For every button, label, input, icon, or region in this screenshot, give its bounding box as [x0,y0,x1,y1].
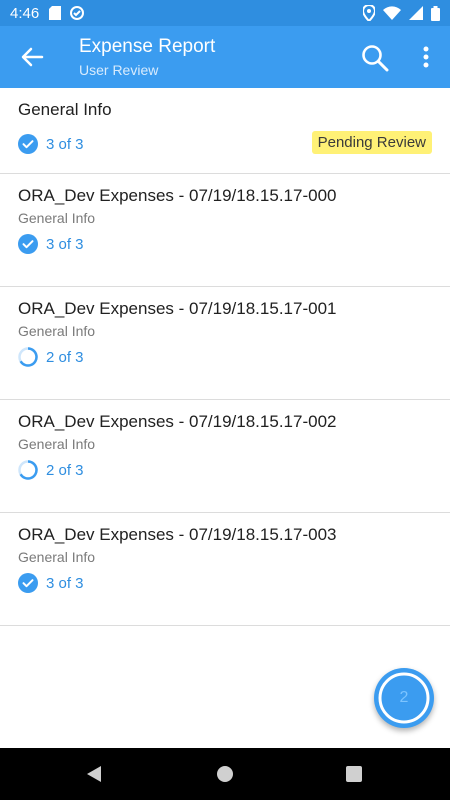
check-circle-icon [18,573,38,593]
expense-item-title: ORA_Dev Expenses - 07/19/18.15.17-000 [18,186,337,205]
status-bar: 4:46 [0,0,450,26]
sync-icon [70,6,85,20]
check-circle-icon [18,134,38,154]
progress-fab[interactable]: 2 [374,668,434,728]
expense-item[interactable]: ORA_Dev Expenses - 07/19/18.15.17-003 Ge… [0,513,450,626]
nav-back-icon[interactable] [84,764,104,784]
expense-item[interactable]: ORA_Dev Expenses - 07/19/18.15.17-001 Ge… [0,287,450,400]
expense-item-subtitle: General Info [18,210,96,226]
wifi-icon [383,6,401,20]
expense-item-title: ORA_Dev Expenses - 07/19/18.15.17-001 [18,299,337,318]
back-arrow-icon[interactable] [18,43,46,71]
expense-item-subtitle: General Info [18,323,96,339]
general-info-progress: 3 of 3 [18,134,84,154]
status-badge: Pending Review [311,131,432,154]
progress-text: 3 of 3 [46,235,84,253]
sd-card-icon [49,6,62,20]
page-title: Expense Report [79,36,216,57]
check-circle-icon [18,234,38,254]
nav-home-icon[interactable] [216,765,234,783]
partial-progress-icon [18,347,38,367]
fab-count: 2 [399,689,409,706]
expense-item-progress: 3 of 3 [18,573,84,593]
progress-text: 3 of 3 [46,574,84,592]
general-info-title: General Info [18,100,112,119]
content-list: General Info 3 of 3 Pending Review ORA_D… [0,88,450,626]
expense-item-title: ORA_Dev Expenses - 07/19/18.15.17-002 [18,412,337,431]
nav-recents-icon[interactable] [346,766,362,782]
expense-item-progress: 2 of 3 [18,347,84,367]
expense-item[interactable]: ORA_Dev Expenses - 07/19/18.15.17-002 Ge… [0,400,450,513]
battery-icon [431,5,440,21]
expense-item-subtitle: General Info [18,549,96,565]
page-subtitle: User Review [79,62,159,78]
signal-icon [409,6,423,20]
expense-item-title: ORA_Dev Expenses - 07/19/18.15.17-003 [18,525,337,544]
status-time: 4:46 [10,4,40,22]
expense-item-subtitle: General Info [18,436,96,452]
location-icon [363,5,375,21]
more-options-icon[interactable] [414,43,438,71]
system-nav-bar [0,748,450,800]
app-bar: Expense Report User Review [0,26,450,88]
partial-progress-icon [18,460,38,480]
expense-item-progress: 2 of 3 [18,460,84,480]
progress-text: 2 of 3 [46,348,84,366]
progress-text: 2 of 3 [46,461,84,479]
expense-item-progress: 3 of 3 [18,234,84,254]
expense-item[interactable]: ORA_Dev Expenses - 07/19/18.15.17-000 Ge… [0,174,450,287]
general-info-section[interactable]: General Info 3 of 3 Pending Review [0,88,450,174]
search-icon[interactable] [360,43,390,73]
progress-text: 3 of 3 [46,135,84,153]
